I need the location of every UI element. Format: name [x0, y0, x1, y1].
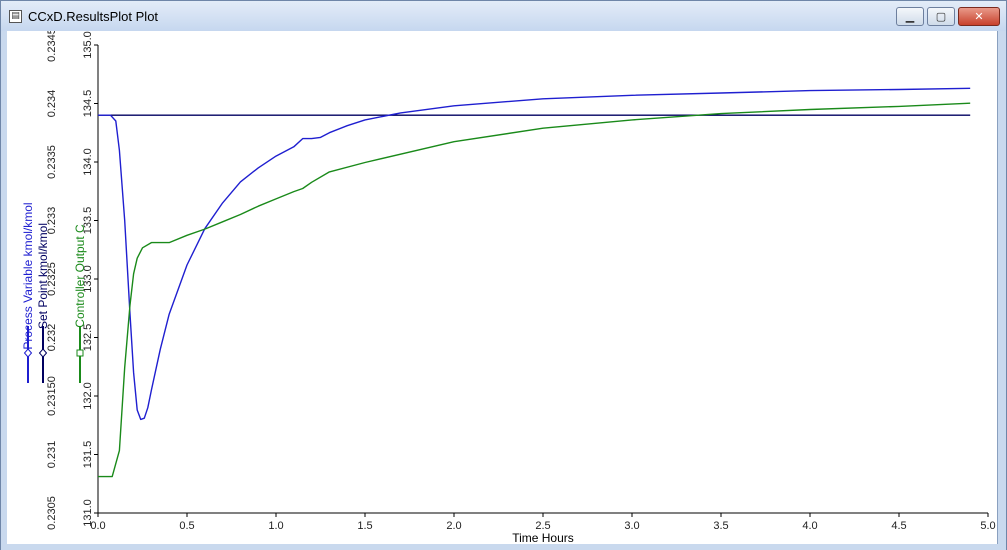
right-y-tick-label: 132.0 — [82, 382, 94, 410]
title-bar[interactable]: ▤ CCxD.ResultsPlot Plot ▁ ▢ ✕ — [1, 1, 1006, 31]
maximize-icon: ▢ — [935, 10, 947, 23]
controller-output-axis-title: Controller Output C — [73, 224, 87, 328]
x-tick-label: 3.0 — [624, 520, 639, 532]
window-title: CCxD.ResultsPlot Plot — [28, 9, 159, 24]
right-y-tick-label: 135.0 — [82, 31, 94, 59]
left-y-tick-label: 0.2335 — [46, 145, 58, 179]
series-line-controller-output-c — [98, 102, 971, 478]
x-axis-title: Time Hours — [512, 531, 574, 544]
x-tick-label: 4.5 — [891, 520, 906, 532]
plot-app-icon[interactable]: ▤ — [9, 10, 22, 23]
left-y-tick-label: 0.231 — [46, 441, 58, 469]
x-tick-label: 1.0 — [268, 520, 283, 532]
minimize-button[interactable]: ▁ — [896, 7, 924, 26]
plot-area[interactable]: 0.0 0.5 1.0 1.5 2.0 2.5 3.0 3.5 4.0 4.5 5.0 Time Ho… — [7, 31, 998, 545]
controller-output-axis-title-legend-marker — [76, 349, 84, 357]
x-tick-label: 4.0 — [802, 520, 817, 532]
plot-window: ▤ CCxD.ResultsPlot Plot ▁ ▢ ✕ 0.0 0.5 1.0 1… — [0, 0, 1007, 550]
right-y-tick-label: 134.0 — [82, 148, 94, 176]
left-y-tick-label: 0.23150 — [46, 376, 58, 416]
x-tick-label: 5.0 — [980, 520, 995, 532]
right-y-tick-label: 131.5 — [82, 441, 94, 469]
right-y-tick-label: 131.0 — [82, 499, 94, 527]
x-tick-label: 1.5 — [357, 520, 372, 532]
set-point-axis-title: Set Point kmol/kmol — [36, 223, 50, 329]
close-icon: ✕ — [974, 10, 984, 23]
x-tick-label: 2.0 — [446, 520, 461, 532]
minimize-icon: ▁ — [905, 10, 915, 23]
window-bottom-border — [1, 544, 1006, 550]
x-tick-label: 0.5 — [179, 520, 194, 532]
left-y-tick-label: 0.234 — [46, 90, 58, 118]
line-chart: 0.0 0.5 1.0 1.5 2.0 2.5 3.0 3.5 4.0 4.5 5.0Time Ho… — [21, 31, 996, 544]
series-line-process-variable-kmol-kmol — [98, 87, 971, 421]
maximize-button[interactable]: ▢ — [927, 7, 955, 26]
left-y-tick-label: 0.2305 — [46, 496, 58, 530]
left-y-tick-label: 0.2345 — [46, 31, 58, 62]
right-y-tick-label: 134.5 — [82, 90, 94, 118]
close-button[interactable]: ✕ — [958, 7, 1000, 26]
x-tick-label: 3.5 — [713, 520, 728, 532]
